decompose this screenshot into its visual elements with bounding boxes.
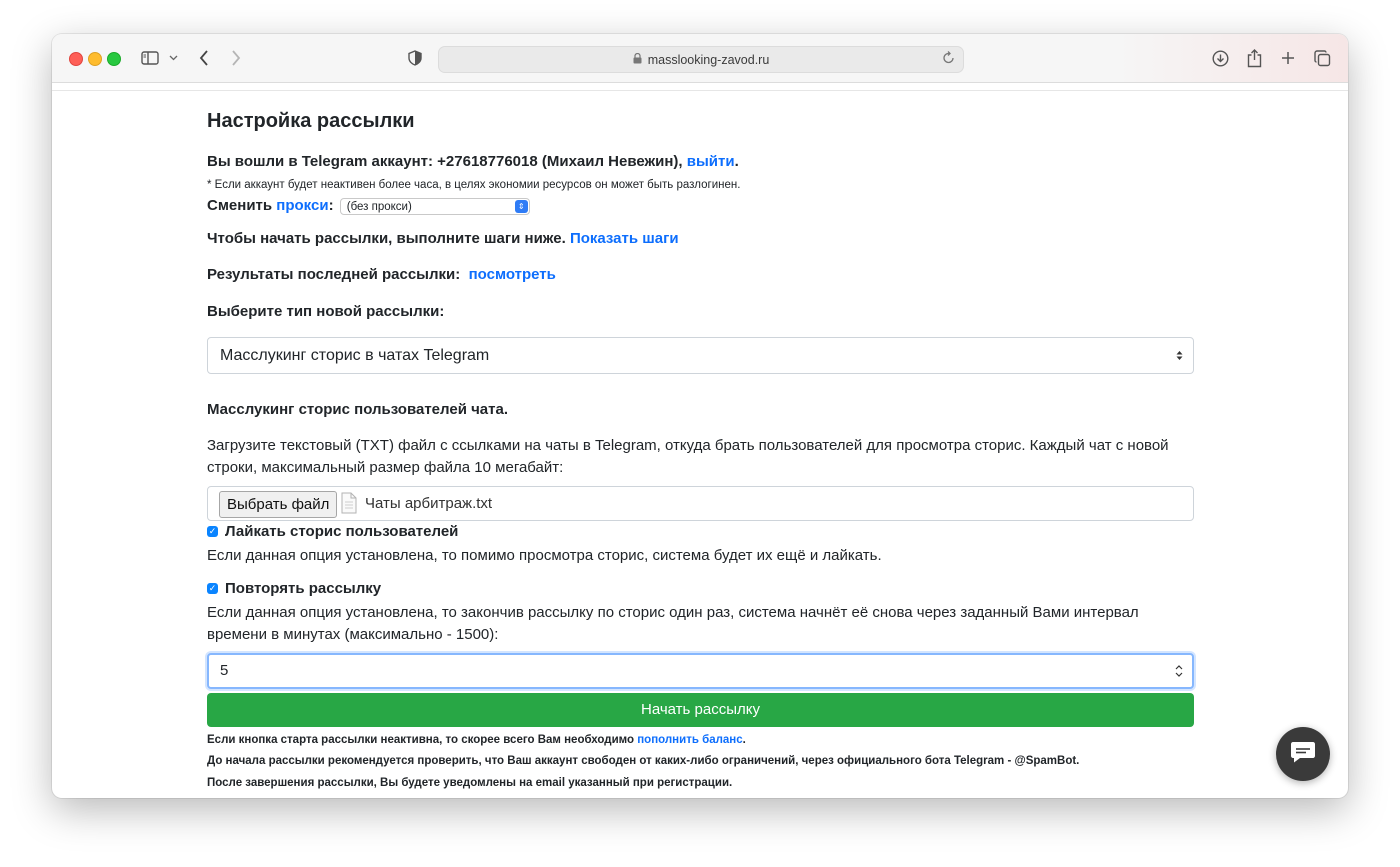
repeat-option-row: ✓ Повторять рассылку <box>207 580 381 597</box>
page-title: Настройка рассылки <box>207 110 415 132</box>
choose-file-button[interactable]: Выбрать файл <box>219 491 338 518</box>
last-results-text: Результаты последней рассылки: <box>207 266 465 283</box>
selected-file-name: Чаты арбитраж.txt <box>365 495 493 512</box>
zoom-window-button[interactable] <box>107 52 121 66</box>
account-text: Вы вошли в Telegram аккаунт: +2761877601… <box>207 153 687 170</box>
inactive-button-note: Если кнопка старта рассылки неактивна, т… <box>207 734 746 746</box>
minimize-window-button[interactable] <box>88 52 102 66</box>
proxy-prefix: Сменить <box>207 197 277 214</box>
shield-icon[interactable] <box>407 46 423 70</box>
repeat-option-description: Если данная опция установлена, то законч… <box>207 604 1139 643</box>
forward-arrow-icon[interactable] <box>228 46 244 70</box>
show-steps-link[interactable]: Показать шаги <box>570 230 679 247</box>
url-text: masslooking-zavod.ru <box>647 52 770 67</box>
repeat-mailing-checkbox[interactable]: ✓ <box>207 583 218 594</box>
spambot-note: До начала рассылки рекомендуется провери… <box>207 755 1080 767</box>
proxy-row: Сменить прокси: (без прокси) ⇕ <box>207 197 530 215</box>
proxy-selected-value: (без прокси) <box>346 200 412 213</box>
steps-text: Чтобы начать рассылки, выполните шаги ни… <box>207 230 570 247</box>
browser-toolbar: masslooking-zavod.ru <box>52 34 1348 83</box>
repeat-interval-input[interactable]: 5 <box>207 653 1194 689</box>
chevron-down-icon[interactable] <box>166 46 180 70</box>
reload-icon[interactable] <box>943 51 955 67</box>
last-results-row: Результаты последней рассылки: посмотрет… <box>207 266 556 283</box>
like-stories-checkbox[interactable]: ✓ <box>207 526 218 537</box>
like-option-description: Если данная опция установлена, то помимо… <box>207 547 882 564</box>
account-info: Вы вошли в Telegram аккаунт: +2761877601… <box>207 153 739 170</box>
inactive-text: Если кнопка старта рассылки неактивна, т… <box>207 734 638 746</box>
sidebar-icon[interactable] <box>140 46 160 70</box>
email-note: После завершения рассылки, Вы будете уве… <box>207 777 733 789</box>
plus-icon[interactable] <box>1278 46 1298 70</box>
tabs-icon[interactable] <box>1312 46 1332 70</box>
like-stories-label: Лайкать сторис пользователей <box>225 523 459 540</box>
proxy-link[interactable]: прокси <box>276 197 328 214</box>
download-icon[interactable] <box>1210 46 1230 70</box>
view-results-link[interactable]: посмотреть <box>469 266 556 283</box>
repeat-mailing-label: Повторять рассылку <box>225 580 382 597</box>
upload-description: Загрузите текстовый (TXT) файл с ссылкам… <box>207 437 1169 476</box>
top-up-balance-link[interactable]: пополнить баланс <box>637 734 742 746</box>
account-suffix: . <box>734 153 739 170</box>
inactive-suffix: . <box>742 734 746 746</box>
file-icon <box>341 492 357 514</box>
section-heading: Масслукинг сторис пользователей чата. <box>207 401 508 418</box>
file-input[interactable]: Выбрать файл Чаты арбитраж.txt <box>207 486 1194 521</box>
address-bar[interactable]: masslooking-zavod.ru <box>438 46 964 73</box>
select-arrows-icon <box>1176 338 1183 388</box>
start-mailing-button[interactable]: Начать рассылку <box>207 693 1194 727</box>
logout-link[interactable]: выйти <box>687 153 735 170</box>
select-chevron-icon: ⇕ <box>514 199 528 213</box>
close-window-button[interactable] <box>69 52 83 66</box>
chat-icon <box>1290 740 1316 769</box>
like-option-row: ✓ Лайкать сторис пользователей <box>207 523 458 540</box>
back-arrow-icon[interactable] <box>196 46 212 70</box>
inactivity-note: * Если аккаунт будет неактивен более час… <box>207 179 741 191</box>
proxy-colon: : <box>328 197 334 214</box>
share-icon[interactable] <box>1244 46 1264 70</box>
type-label: Выберите тип новой рассылки: <box>207 303 445 320</box>
browser-window: masslooking-zavod.ru Настройка рассылки … <box>52 34 1348 798</box>
support-chat-button[interactable] <box>1276 727 1330 781</box>
mailing-type-value: Масслукинг сторис в чатах Telegram <box>220 347 490 364</box>
page-top-divider <box>52 90 1348 91</box>
lock-icon <box>633 52 642 67</box>
mailing-type-select[interactable]: Масслукинг сторис в чатах Telegram <box>207 337 1194 374</box>
repeat-interval-value: 5 <box>220 662 229 679</box>
steps-row: Чтобы начать рассылки, выполните шаги ни… <box>207 230 679 247</box>
proxy-select[interactable]: (без прокси) ⇕ <box>339 197 530 215</box>
